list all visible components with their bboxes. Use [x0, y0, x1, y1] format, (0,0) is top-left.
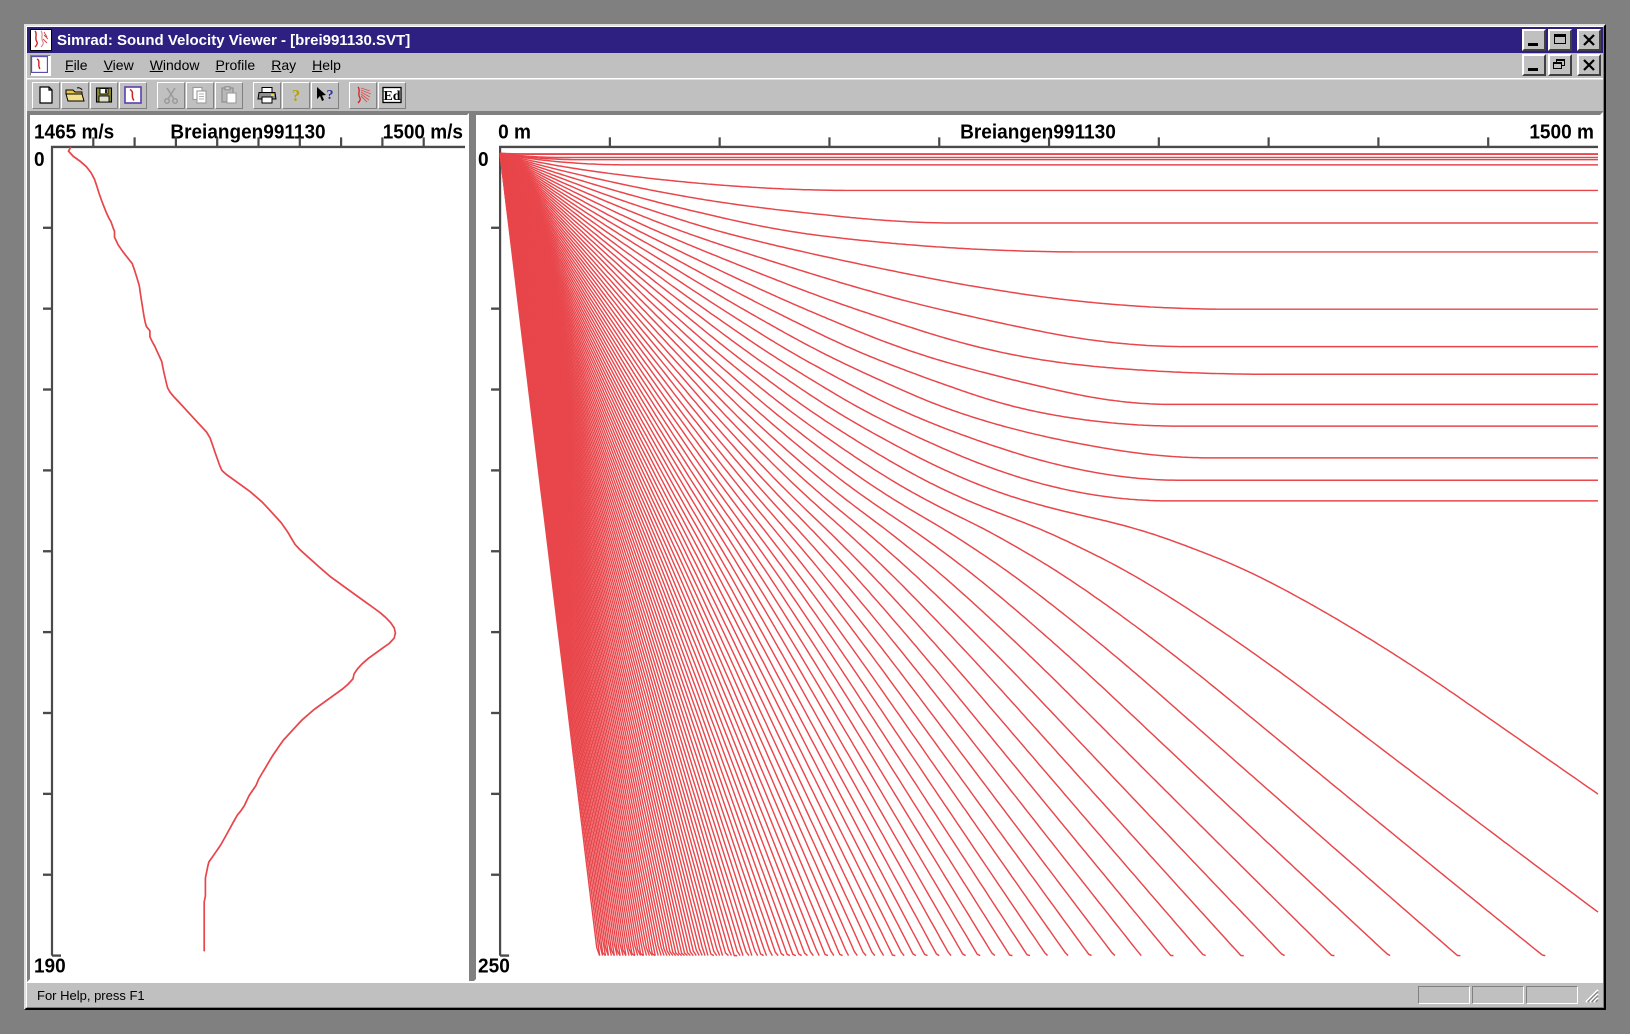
menu-ray[interactable]: Ray — [263, 55, 304, 75]
child-close-button[interactable] — [1577, 54, 1601, 76]
ray-xlabel-left: 0 m — [498, 121, 531, 144]
save-disk-icon[interactable] — [90, 81, 118, 109]
window-title: Simrad: Sound Velocity Viewer - [brei991… — [57, 31, 411, 49]
svp-curve-icon — [30, 29, 52, 51]
mdi-child-controls — [1522, 54, 1603, 76]
edit-ed-icon[interactable]: Ed — [378, 81, 406, 109]
ray-child-window[interactable]: 0 m Breiangen991130 1500 m 0 250 — [474, 113, 1602, 981]
mdi-client-area: 1465 m/s Breiangen991130 1500 m/s 0 190 — [27, 112, 1603, 982]
close-button[interactable] — [1577, 29, 1601, 51]
print-icon[interactable] — [253, 81, 281, 109]
child-minimize-button[interactable] — [1522, 54, 1546, 76]
svg-text:?: ? — [292, 86, 301, 105]
context-help-arrow-icon[interactable]: ? — [311, 81, 339, 109]
menu-bar: File View Window Profile Ray Help — [27, 53, 1603, 78]
ray-path — [500, 152, 1598, 156]
paste-clipboard-icon[interactable] — [215, 81, 243, 109]
new-icon[interactable] — [32, 81, 60, 109]
profile-view-icon[interactable] — [119, 81, 147, 109]
minimize-button[interactable] — [1522, 29, 1546, 51]
profile-title: Breiangen991130 — [170, 121, 325, 144]
profile-xlabel-left: 1465 m/s — [34, 121, 114, 144]
menu-view[interactable]: View — [96, 55, 142, 75]
ray-title: Breiangen991130 — [960, 121, 1116, 144]
svp-document-icon[interactable] — [30, 54, 51, 76]
status-bar: For Help, press F1 — [27, 982, 1603, 1007]
status-pane-3 — [1526, 986, 1578, 1004]
title-bar: Simrad: Sound Velocity Viewer - [brei991… — [27, 27, 1603, 53]
profile-ylabel-top: 0 — [34, 149, 45, 172]
toolbar: ? ? Ed — [27, 78, 1603, 112]
open-folder-icon[interactable] — [61, 81, 89, 109]
menu-file[interactable]: File — [57, 55, 96, 75]
ray-trace-icon[interactable] — [349, 81, 377, 109]
profile-child-window[interactable]: 1465 m/s Breiangen991130 1500 m/s 0 190 — [28, 113, 469, 981]
menu-window[interactable]: Window — [142, 55, 208, 75]
maximize-button[interactable] — [1548, 29, 1572, 51]
resize-grip-icon[interactable] — [1582, 986, 1600, 1004]
menu-help[interactable]: Help — [304, 55, 349, 75]
sound-velocity-profile-chart: 1465 m/s Breiangen991130 1500 m/s 0 190 — [30, 115, 467, 979]
ray-ylabel-top: 0 — [478, 149, 489, 172]
status-message: For Help, press F1 — [37, 987, 145, 1003]
status-pane-1 — [1418, 986, 1470, 1004]
ray-xlabel-right: 1500 m — [1529, 121, 1594, 144]
ray-trace-chart: 0 m Breiangen991130 1500 m 0 250 — [476, 115, 1600, 979]
svg-text:?: ? — [327, 88, 334, 103]
child-restore-button[interactable] — [1548, 54, 1572, 76]
application-window: Simrad: Sound Velocity Viewer - [brei991… — [24, 24, 1606, 1010]
window-controls — [1522, 29, 1601, 51]
menu-items: File View Window Profile Ray Help — [57, 55, 1522, 75]
profile-ylabel-bottom: 190 — [34, 955, 66, 978]
svg-text:Ed: Ed — [383, 89, 400, 104]
menu-profile[interactable]: Profile — [208, 55, 264, 75]
about-question-icon[interactable]: ? — [282, 81, 310, 109]
status-pane-2 — [1472, 986, 1524, 1004]
ray-ylabel-bottom: 250 — [478, 955, 510, 978]
cut-scissors-icon[interactable] — [157, 81, 185, 109]
copy-icon[interactable] — [186, 81, 214, 109]
